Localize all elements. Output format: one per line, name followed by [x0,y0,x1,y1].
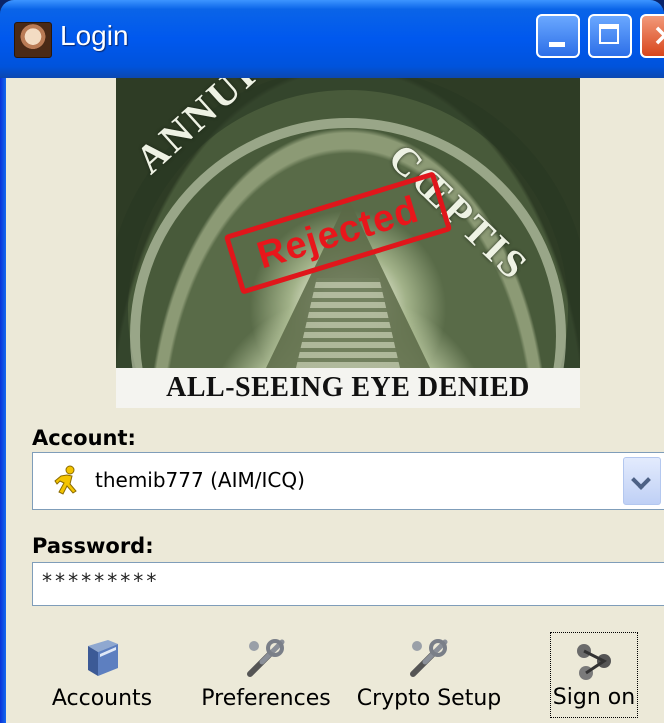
crypto-setup-button[interactable]: Crypto Setup [352,626,506,718]
chevron-down-icon[interactable] [623,457,661,505]
banner-image: ANNUIT CŒPTIS Rejected ALL-SEEING EYE DE… [116,78,580,408]
tools-icon [410,639,448,677]
aim-runner-icon [54,465,77,495]
pidgin-face-icon [14,22,52,58]
tools-icon [247,639,285,677]
maximize-button[interactable] [588,14,632,58]
banner-caption: ALL-SEEING EYE DENIED [166,372,530,403]
account-label: Account: [32,426,136,450]
sign-on-label: Sign on [552,685,636,710]
accounts-label: Accounts [51,686,153,711]
window-title: Login [60,20,129,51]
account-dropdown[interactable]: themib777 (AIM/ICQ) [32,452,664,510]
sign-on-button[interactable]: Sign on [550,632,638,718]
accounts-button[interactable]: Accounts [40,626,164,718]
preferences-button[interactable]: Preferences [198,626,334,718]
book-icon [88,640,118,676]
title-bar[interactable]: Login × [0,0,664,78]
close-icon: × [652,18,664,53]
minimize-button[interactable] [536,14,580,58]
password-label: Password: [32,534,154,558]
network-icon [577,644,611,680]
password-value: ********* [41,569,159,593]
crypto-setup-label: Crypto Setup [356,686,502,711]
account-value: themib777 (AIM/ICQ) [95,468,305,492]
password-field[interactable]: ********* [32,562,664,606]
preferences-label: Preferences [201,686,331,711]
close-button[interactable]: × [640,14,664,58]
